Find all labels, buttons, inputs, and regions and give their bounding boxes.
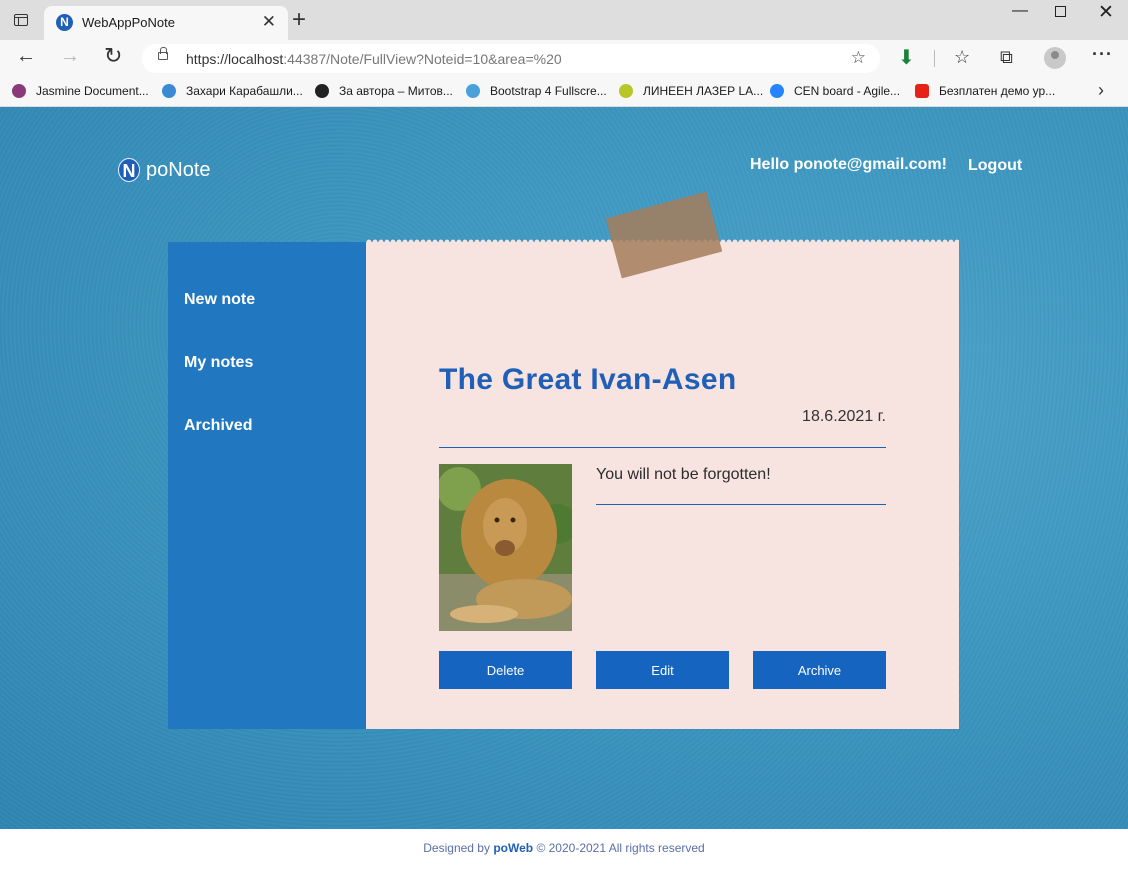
jira-icon (770, 84, 784, 98)
bookmark-item[interactable]: Захари Карабашли... (162, 82, 303, 100)
brand-name: poNote (146, 158, 211, 181)
more-menu-icon[interactable]: ··· (1092, 44, 1113, 65)
forward-arrow-icon[interactable]: → (60, 45, 80, 68)
url-path: :44387/Note/FullView?Noteid=10&area=%20 (283, 51, 562, 67)
bookmark-item[interactable]: Bootstrap 4 Fullscre... (466, 82, 607, 100)
reload-icon[interactable]: ↻ (104, 43, 122, 69)
browser-tab[interactable]: N WebAppPoNote ✕ (44, 6, 288, 40)
p-icon (619, 84, 633, 98)
archive-button[interactable]: Archive (753, 651, 886, 689)
tab-title: WebAppPoNote (82, 15, 175, 30)
lock-icon[interactable] (158, 47, 168, 60)
bookmark-label: ЛИНЕЕН ЛАЗЕР LA... (643, 84, 764, 98)
wordpress-icon (315, 84, 329, 98)
favorites-icon[interactable]: ☆ (954, 47, 970, 68)
profile-avatar-icon[interactable] (1044, 47, 1066, 69)
bookmark-label: За автора – Митов... (339, 84, 453, 98)
bookmark-item[interactable]: За автора – Митов... (315, 82, 453, 100)
note-date: 18.6.2021 г. (802, 408, 886, 425)
bookmark-label: Jasmine Document... (36, 84, 149, 98)
browser-toolbar: ← → ↻ https://localhost:44387/Note/FullV… (0, 40, 1128, 76)
url-text[interactable]: https://localhost:44387/Note/FullView?No… (186, 51, 562, 67)
lion-photo (439, 464, 572, 631)
footer: Designed by poWeb © 2020-2021 All rights… (0, 829, 1128, 873)
edit-button[interactable]: Edit (596, 651, 729, 689)
sidebar: New note My notes Archived (168, 242, 366, 729)
tab-close-icon[interactable]: ✕ (262, 12, 276, 32)
bookmark-label: Захари Карабашли... (186, 84, 303, 98)
maximize-icon[interactable] (1055, 6, 1066, 17)
footer-prefix: Designed by (423, 841, 490, 855)
footer-brand: poWeb (493, 841, 534, 855)
youtube-icon (915, 84, 929, 98)
close-window-icon[interactable]: ✕ (1098, 1, 1114, 24)
browser-titlebar: N WebAppPoNote ✕ + — ✕ (0, 0, 1128, 40)
user-greeting: Hello ponote@gmail.com! (750, 156, 947, 173)
globe-icon (162, 84, 176, 98)
cloud-icon (466, 84, 480, 98)
sidebar-item-my-notes[interactable]: My notes (184, 354, 253, 372)
note-body-text: You will not be forgotten! (596, 466, 771, 483)
download-icon[interactable]: ⬇ (898, 45, 915, 70)
back-arrow-icon[interactable]: ← (16, 45, 36, 68)
bookmark-item[interactable]: ЛИНЕЕН ЛАЗЕР LA... (619, 82, 763, 100)
collections-icon[interactable]: ⧉ (1000, 47, 1013, 68)
brand-n-icon: N (118, 158, 140, 182)
bookmark-label: Bootstrap 4 Fullscre... (490, 84, 607, 98)
tab-favicon-icon: N (56, 14, 73, 31)
sidebar-item-new-note[interactable]: New note (184, 291, 255, 309)
url-host: https://localhost (186, 51, 284, 67)
bookmark-item[interactable]: Безплатен демо ур... (915, 82, 1055, 100)
sidebar-item-archived[interactable]: Archived (184, 417, 252, 435)
bookmark-label: Безплатен демо ур... (939, 84, 1056, 98)
bookmark-label: CEN board - Agile... (794, 84, 901, 98)
minimize-icon[interactable]: — (1012, 2, 1028, 20)
jasmine-icon (12, 84, 26, 98)
bookmarks-overflow-chevron-icon[interactable]: › (1098, 80, 1104, 101)
footer-text: Designed by poWeb © 2020-2021 All rights… (0, 841, 1128, 855)
new-tab-icon[interactable]: + (292, 7, 306, 33)
delete-button[interactable]: Delete (439, 651, 572, 689)
logout-link[interactable]: Logout (968, 157, 1022, 175)
bookmark-item[interactable]: CEN board - Agile... (770, 82, 900, 100)
address-bar[interactable]: https://localhost:44387/Note/FullView?No… (142, 44, 880, 73)
bookmarks-bar: Jasmine Document... Захари Карабашли... … (0, 76, 1128, 107)
tab-actions-icon[interactable] (14, 14, 28, 26)
note-card: The Great Ivan-Asen 18.6.2021 г. You wil… (366, 239, 959, 729)
title-divider (439, 447, 886, 448)
brand-logo-link[interactable]: N poNote (118, 158, 211, 182)
page-background: N poNote Hello ponote@gmail.com! Logout … (0, 107, 1128, 829)
text-divider (596, 504, 886, 505)
toolbar-divider (934, 50, 935, 67)
footer-copyright: © 2020-2021 All rights reserved (536, 841, 705, 855)
add-favorite-icon[interactable]: ☆ (851, 48, 866, 68)
bookmark-item[interactable]: Jasmine Document... (12, 82, 149, 100)
note-title: The Great Ivan-Asen (439, 363, 737, 396)
